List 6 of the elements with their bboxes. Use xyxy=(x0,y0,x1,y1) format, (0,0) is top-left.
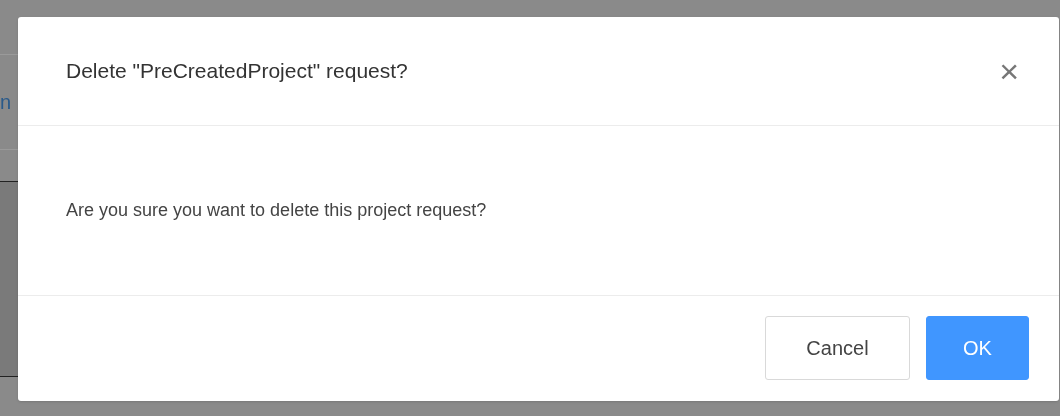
ok-button[interactable]: OK xyxy=(926,315,1029,380)
dialog-message: Are you sure you want to delete this project request? xyxy=(66,199,487,222)
cancel-button[interactable]: Cancel xyxy=(765,315,910,380)
background-text: n xyxy=(0,92,12,112)
close-button[interactable]: × xyxy=(999,54,1019,88)
dialog-title: Delete "PreCreatedProject" request? xyxy=(66,58,408,85)
